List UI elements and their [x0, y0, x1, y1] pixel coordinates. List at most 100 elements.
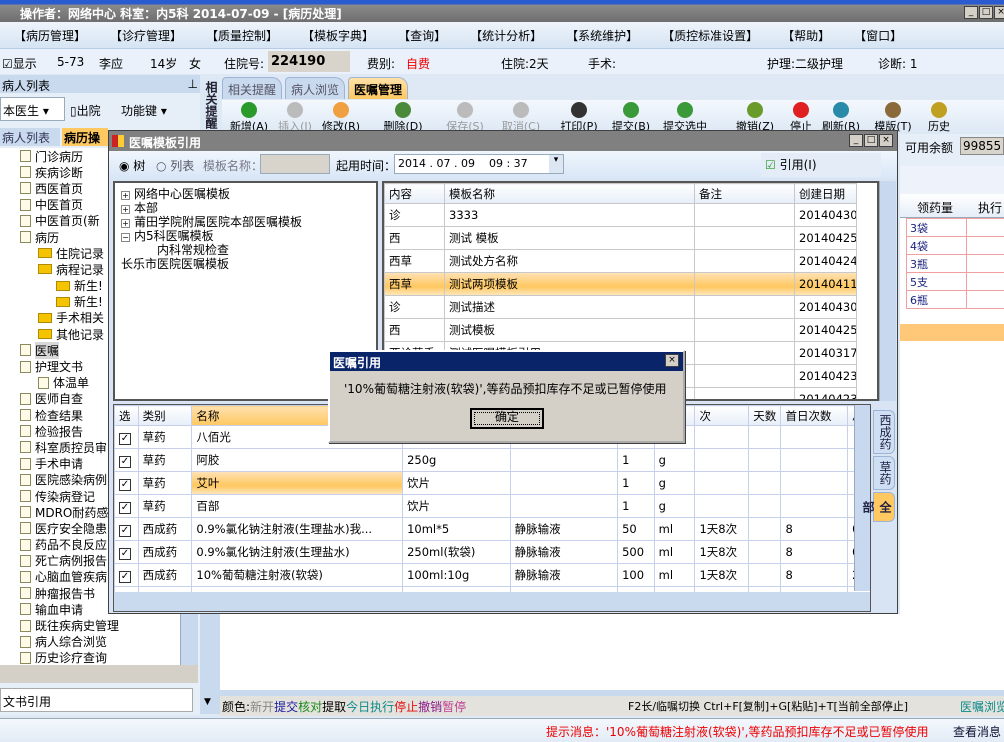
column-header[interactable]: 备注 — [694, 183, 795, 204]
tree-item-label: 新生! — [74, 279, 103, 294]
category-tab[interactable]: 全部 — [861, 492, 895, 522]
select-checkbox[interactable]: ✓ — [114, 471, 139, 495]
tree-item-label: 中医首页(新 — [35, 214, 100, 229]
folder-icon — [38, 329, 52, 340]
select-checkbox[interactable]: ✓ — [114, 517, 139, 541]
document-icon — [20, 570, 31, 583]
discharged-checkbox[interactable]: ▯出院 — [70, 102, 101, 119]
radio-tree[interactable]: ◉ 树 — [119, 157, 145, 174]
menu-item[interactable]: 【质控标准设置】 — [662, 27, 758, 44]
tree-item-label: 传染病登记 — [35, 489, 96, 504]
category-tab[interactable]: 西成药 — [873, 410, 895, 454]
function-key-dropdown[interactable]: 功能键 ▾ — [121, 102, 167, 119]
minimize-button[interactable]: _ — [964, 6, 978, 19]
items-h-scrollbar[interactable] — [114, 592, 870, 611]
dialog-maximize[interactable]: □ — [864, 134, 878, 147]
menu-item[interactable]: 【质量控制】 — [206, 27, 278, 44]
admission-label: 住院号: — [224, 57, 265, 71]
table-row[interactable]: 诊 3333 20140430 — [384, 203, 857, 227]
select-checkbox[interactable]: ✓ — [114, 494, 139, 518]
close-button[interactable]: × — [994, 6, 1004, 19]
collapse-icon[interactable]: − — [121, 233, 130, 242]
show-checkbox[interactable]: ☑显示 — [2, 55, 37, 72]
cite-button[interactable]: ☑ 引用(I) — [761, 153, 881, 177]
select-checkbox[interactable]: ✓ — [114, 563, 139, 587]
column-header[interactable]: 内容 — [384, 183, 445, 204]
doctor-select[interactable]: 本医生 ▾ — [0, 97, 65, 121]
column-header[interactable]: 天数 — [748, 405, 782, 426]
tab-order-management[interactable]: 医嘱管理 — [348, 77, 409, 99]
tab-patient-list[interactable]: 病人列表 — [0, 128, 60, 146]
template-name-input[interactable] — [260, 154, 330, 174]
balance-value: 99855 — [960, 137, 1004, 155]
menu-item[interactable]: 【统计分析】 — [470, 27, 542, 44]
dialog-minimize[interactable]: _ — [849, 134, 863, 147]
start-time-picker[interactable]: 2014 . 07 . 09 09 : 37 ▾ — [394, 154, 564, 174]
tree-item-label: 手术相关 — [56, 311, 105, 326]
menu-item[interactable]: 【系统维护】 — [566, 27, 638, 44]
select-checkbox[interactable]: ✓ — [114, 425, 139, 449]
column-header[interactable]: 选 — [114, 405, 139, 426]
table-row[interactable]: ✓ 西成药 0.9%氯化钠注射液(生理盐水) 250ml(软袋) 静脉输液 500 ml 1天… — [114, 540, 870, 564]
menu-item[interactable]: 【病历管理】 — [14, 27, 86, 44]
tree-scrollbar-h[interactable] — [0, 665, 198, 683]
column-header[interactable]: 创建日期 — [794, 183, 857, 204]
radio-list[interactable]: ○ 列表 — [156, 157, 194, 174]
folder-icon — [56, 296, 70, 307]
column-header[interactable]: 首日次数 — [780, 405, 849, 426]
door-icon — [885, 102, 901, 118]
side-scroll[interactable]: ▼ — [200, 614, 220, 714]
table-row[interactable]: 诊测试描述 20140430 — [384, 295, 857, 319]
menu-item[interactable]: 【窗口】 — [854, 27, 902, 44]
table-row[interactable]: ✓ 草药 百部 饮片 1 g — [114, 494, 870, 518]
tab-reminder[interactable]: 相关提醒 — [222, 77, 283, 99]
dialog-close[interactable]: × — [879, 134, 893, 147]
maximize-button[interactable]: □ — [979, 6, 993, 19]
table-row[interactable]: ✓ 草药 艾叶 饮片 1 g — [114, 471, 870, 495]
tree-item[interactable]: 历史诊疗查询 — [0, 650, 180, 665]
table-cell — [694, 387, 795, 399]
tree-item-label: 肿瘤报告书 — [35, 586, 96, 601]
table-cell: 西 — [384, 226, 445, 250]
document-icon — [20, 506, 31, 519]
tree-item-label: 病人综合浏览 — [35, 635, 108, 650]
column-header[interactable]: 类别 — [137, 405, 193, 426]
table-row[interactable]: ✓ 西成药 10%葡萄糖注射液(软袋) 100ml:10g 静脉输液 100 ml 1天8次 8… — [114, 563, 870, 587]
toolbar-button[interactable]: 历史 — [916, 102, 962, 134]
column-header[interactable]: 次 — [694, 405, 750, 426]
items-v-scrollbar[interactable] — [854, 405, 870, 591]
select-checkbox[interactable]: ✓ — [114, 540, 139, 564]
column-header[interactable]: 模板名称 — [444, 183, 695, 204]
select-checkbox[interactable]: ✓ — [114, 448, 139, 472]
fee-label: 费别: — [367, 57, 396, 71]
tree-item[interactable]: 既往疾病史管理 — [0, 617, 180, 633]
table-cell: 20140423 — [794, 364, 857, 388]
table-row[interactable]: ✓ 草药 阿胶 250g 1 g — [114, 448, 870, 472]
category-tab[interactable]: 草药 — [873, 456, 895, 490]
tree-item[interactable]: 病人综合浏览 — [0, 634, 180, 650]
menu-item[interactable]: 【模板字典】 — [302, 27, 374, 44]
view-messages-link[interactable]: 查看消息 — [953, 723, 1001, 740]
tab-record-ops[interactable]: 病历操 — [62, 128, 108, 146]
col-dispense-amount: 领药量 — [917, 201, 954, 215]
related-reminder-side[interactable]: 相关提醒 — [200, 77, 220, 133]
table-row[interactable]: 西测试 模板 20140425 — [384, 226, 857, 250]
table-row[interactable]: 西草 测试处方名称 20140424 — [384, 249, 857, 273]
alert-close[interactable]: × — [665, 354, 679, 367]
tree-item-label: 历史诊疗查询 — [35, 651, 108, 665]
template-tree-node[interactable]: 长乐市医院医嘱模板 — [121, 255, 229, 272]
folder-icon — [38, 248, 52, 259]
order-browse-link[interactable]: 医嘱浏览 — [960, 698, 1004, 715]
ok-button[interactable]: 确定 — [470, 408, 544, 429]
menu-item[interactable]: 【查询】 — [398, 27, 446, 44]
menu-item[interactable]: 【诊疗管理】 — [110, 27, 182, 44]
table-row[interactable]: 西草 测试两项模板 20140411 — [384, 272, 857, 296]
table-row[interactable]: ✓ 西成药 0.9%氯化钠注射液(生理盐水)我... 10ml*5 静脉输液 50 ml 1天… — [114, 517, 870, 541]
menu-item[interactable]: 【帮助】 — [782, 27, 830, 44]
table-row[interactable]: 西测试模板 20140425 — [384, 318, 857, 342]
document-icon — [20, 441, 31, 454]
tab-patient-browse[interactable]: 病人浏览 — [285, 77, 346, 99]
template-scrollbar[interactable] — [879, 181, 896, 401]
document-cite-button[interactable]: 文书引用 — [0, 688, 193, 712]
alert-message: '10%葡萄糖注射液(软袋)',等药品预扣库存不足或已暂停使用 — [344, 382, 667, 396]
